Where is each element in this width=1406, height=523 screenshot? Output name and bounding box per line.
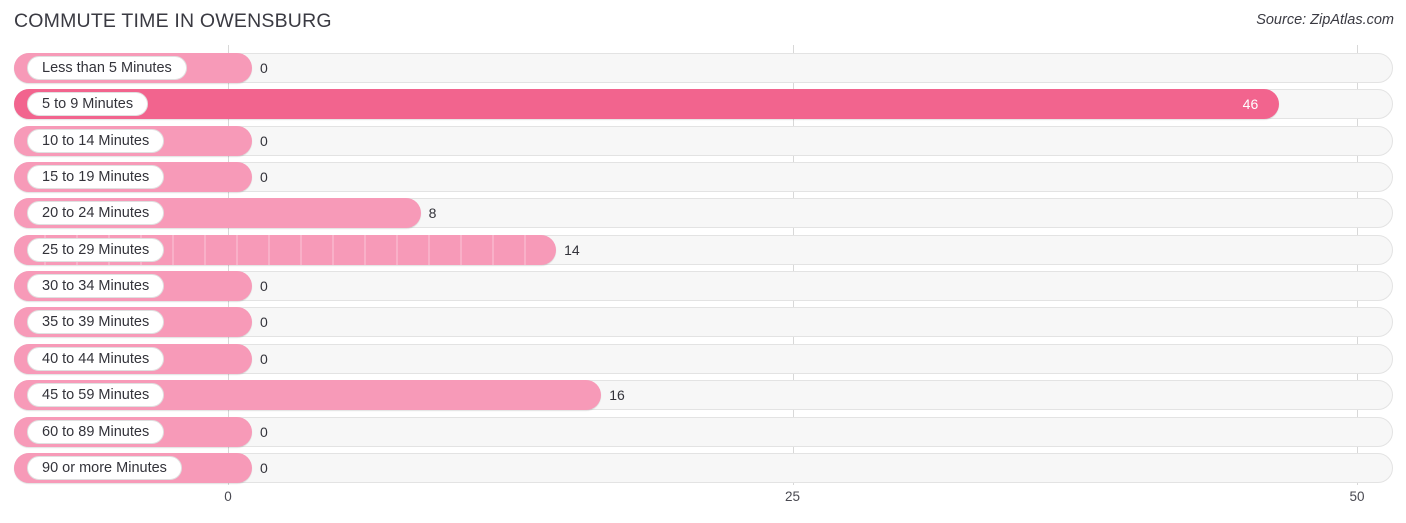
bar-value-label: 0 [260,60,268,76]
bar-value-label: 0 [260,278,268,295]
bar-row[interactable]: 35 to 39 Minutes 0 [0,307,1406,338]
bar-category-label: 20 to 24 Minutes [27,201,165,226]
bar-row[interactable]: 25 to 29 Minutes 14 [0,234,1406,265]
bar-value-label: 16 [609,387,625,404]
bar-row[interactable]: 5 to 9 Minutes 46 [0,89,1406,120]
bar-category-label: 30 to 34 Minutes [27,274,165,299]
bar-category-label: 10 to 14 Minutes [27,128,165,153]
bar-row[interactable]: 90 or more Minutes 0 [0,452,1406,483]
bar-value-label: 0 [260,423,268,440]
bar-row[interactable]: 40 to 44 Minutes 0 [0,343,1406,374]
axis-tick-label: 25 [784,489,801,504]
bar-category-label: 15 to 19 Minutes [27,165,165,190]
bar-row[interactable]: 30 to 34 Minutes 0 [0,271,1406,302]
bar-category-label: 25 to 29 Minutes [27,237,165,262]
bar-value-label: 0 [260,314,268,331]
x-axis: 0 25 50 [0,485,1406,523]
chart-plot-area: Less than 5 Minutes 0 5 to 9 Minutes 46 10 t… [0,45,1406,485]
bar-category-label: 35 to 39 Minutes [27,310,165,335]
bar-row[interactable]: 20 to 24 Minutes 8 [0,198,1406,229]
bar-row[interactable]: Less than 5 Minutes 0 [0,53,1406,83]
bar-category-label: Less than 5 Minutes [27,56,187,80]
bar-row[interactable]: 15 to 19 Minutes 0 [0,162,1406,193]
bar-category-label: 5 to 9 Minutes [27,92,149,117]
page-title: COMMUTE TIME IN OWENSBURG [14,10,332,32]
bar-row[interactable]: 60 to 89 Minutes 0 [0,416,1406,447]
bar-value-label: 8 [428,205,437,222]
bar-category-label: 90 or more Minutes [27,455,182,480]
bar-value-label: 0 [260,169,268,186]
bar-row[interactable]: 45 to 59 Minutes 16 [0,380,1406,411]
bar-value-label: 0 [260,350,268,367]
bar-fill[interactable] [14,89,1279,120]
bar-value-label: 14 [564,241,580,258]
axis-tick-label: 50 [1349,489,1365,504]
chart-header: COMMUTE TIME IN OWENSBURG Source: ZipAtl… [0,0,1406,45]
axis-tick-label: 0 [224,489,232,504]
bar-value-label: 0 [260,459,268,476]
bar-category-label: 40 to 44 Minutes [27,346,165,371]
bar-value-label: 46 [1242,96,1259,113]
bar-category-label: 60 to 89 Minutes [27,419,165,444]
bar-category-label: 45 to 59 Minutes [27,383,165,408]
source-attribution: Source: ZipAtlas.com [1256,12,1394,28]
bar-value-label: 0 [260,132,268,149]
bar-row[interactable]: 10 to 14 Minutes 0 [0,125,1406,156]
